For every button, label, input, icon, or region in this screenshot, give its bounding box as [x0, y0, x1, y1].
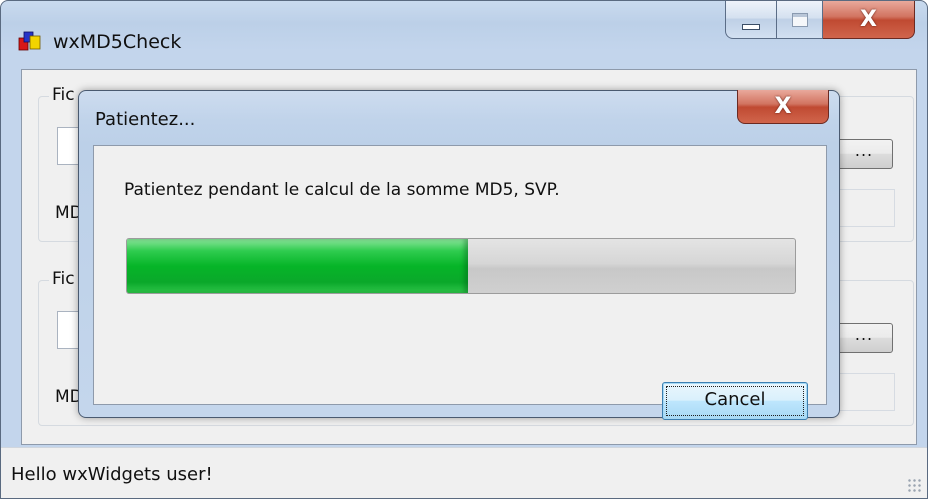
main-titlebar[interactable]: wxMD5Check X — [1, 1, 927, 69]
cancel-button[interactable]: Cancel — [662, 382, 808, 420]
close-icon: X — [860, 7, 877, 32]
dialog-client-area: Patientez pendant le calcul de la somme … — [93, 145, 827, 420]
minimize-icon — [742, 23, 760, 30]
maximize-icon — [791, 12, 808, 27]
maximize-button — [777, 1, 823, 39]
minimize-button[interactable] — [725, 1, 777, 39]
dialog-message: Patientez pendant le calcul de la somme … — [124, 180, 560, 200]
caption-buttons: X — [725, 1, 915, 39]
dialog-title: Patientez... — [95, 109, 196, 130]
dialog-close-button[interactable]: X — [737, 90, 829, 124]
progress-bar — [126, 238, 796, 294]
file-group-1-label: Fic — [49, 85, 78, 105]
focus-ring — [666, 386, 804, 416]
wxwidgets-logo-icon — [18, 31, 41, 51]
window-title: wxMD5Check — [53, 31, 182, 53]
progress-bar-fill — [127, 239, 468, 293]
close-icon: X — [774, 94, 792, 119]
browse-button-2[interactable]: ... — [835, 323, 893, 353]
resize-grip-icon[interactable] — [907, 478, 921, 492]
status-text: Hello wxWidgets user! — [11, 464, 213, 485]
close-button[interactable]: X — [823, 1, 915, 39]
browse-button-1[interactable]: ... — [835, 139, 893, 169]
status-bar: Hello wxWidgets user! — [1, 447, 927, 498]
file-group-2-label: Fic — [49, 269, 78, 289]
progress-dialog: Patientez... X Patientez pendant le calc… — [78, 90, 840, 420]
